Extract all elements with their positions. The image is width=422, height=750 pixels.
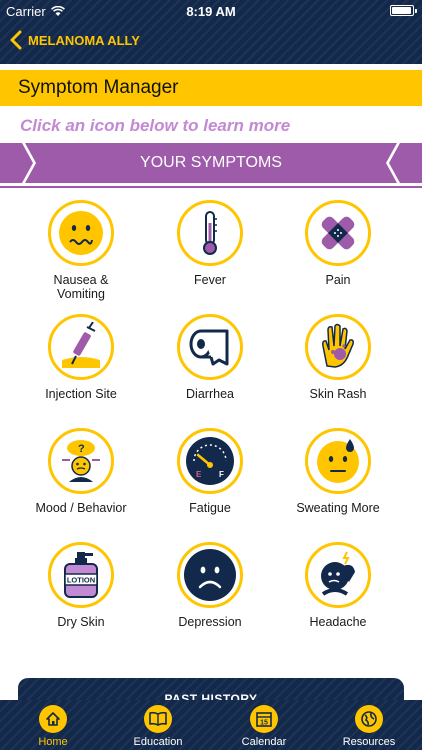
status-bar: Carrier 8:19 AM <box>0 0 422 22</box>
tab-home[interactable]: Home <box>3 700 103 750</box>
symptom-label: Dry Skin <box>57 615 105 629</box>
symptom-headache[interactable]: Headache <box>273 542 403 629</box>
symptom-injection-site[interactable]: Injection Site <box>16 314 146 401</box>
symptom-nausea[interactable]: Nausea & Vomiting <box>16 200 146 301</box>
symptom-dry-skin[interactable]: LOTION Dry Skin <box>16 542 146 629</box>
banner-right-chevron <box>386 143 422 183</box>
tab-resources[interactable]: Resources <box>319 700 419 750</box>
home-icon <box>46 712 60 726</box>
book-icon <box>149 711 167 726</box>
svg-text:?: ? <box>78 443 85 455</box>
tab-bar: Home Education 15 Calendar Resources <box>0 700 422 750</box>
tab-label: Home <box>38 736 68 748</box>
toilet-paper-icon <box>189 329 229 366</box>
calendar-icon: 15 <box>256 712 272 727</box>
symptom-label: Mood / Behavior <box>35 501 127 515</box>
symptom-label: Diarrhea <box>186 387 234 401</box>
symptom-skin-rash[interactable]: Skin Rash <box>273 314 403 401</box>
globe-icon <box>361 711 377 727</box>
tab-label: Calendar <box>241 736 287 748</box>
rash-hand-icon <box>322 323 354 368</box>
battery-icon <box>390 5 417 16</box>
symptom-diarrhea[interactable]: Diarrhea <box>145 314 275 401</box>
thermometer-icon <box>203 211 217 255</box>
symptom-label: Nausea & Vomiting <box>53 273 109 301</box>
symptom-depression[interactable]: Depression <box>145 542 275 629</box>
symptom-label: Fever <box>194 273 226 287</box>
lotion-text: LOTION <box>67 576 95 585</box>
banner-left-chevron <box>0 143 36 183</box>
banner-divider <box>0 186 422 188</box>
tab-label: Education <box>133 736 183 748</box>
symptom-label: Skin Rash <box>309 387 367 401</box>
bandage-icon <box>321 216 355 250</box>
symptom-label: Injection Site <box>45 387 117 401</box>
title-bar: Symptom Manager <box>0 70 422 106</box>
calendar-day: 15 <box>260 720 268 727</box>
instruction-text: Click an icon below to learn more <box>20 116 291 135</box>
fuel-empty-label: E <box>196 470 202 479</box>
page-title: Symptom Manager <box>18 77 179 98</box>
tab-calendar[interactable]: 15 Calendar <box>214 700 314 750</box>
headache-icon <box>321 551 355 596</box>
sweating-face-icon <box>317 439 359 483</box>
sad-face-icon <box>184 549 236 601</box>
syringe-icon <box>62 322 100 368</box>
symptom-label: Headache <box>309 615 367 629</box>
chevron-left-icon <box>10 30 22 50</box>
symptom-pain[interactable]: Pain <box>273 200 403 287</box>
symptom-label: Pain <box>325 273 351 287</box>
symptoms-banner: YOUR SYMPTOMS <box>0 143 422 183</box>
lotion-bottle-icon: LOTION <box>64 552 98 598</box>
fuel-gauge-icon: E F <box>186 437 234 485</box>
back-button[interactable]: MELANOMA ALLY <box>10 30 140 50</box>
symptom-mood-behavior[interactable]: ? Mood / Behavior <box>16 428 146 515</box>
back-label: MELANOMA ALLY <box>28 32 140 48</box>
symptom-fatigue[interactable]: E F Fatigue <box>145 428 275 515</box>
banner-title: YOUR SYMPTOMS <box>140 154 282 171</box>
confused-person-icon: ? <box>62 440 100 482</box>
symptom-label: Sweating More <box>296 501 380 515</box>
nausea-face-icon <box>59 211 103 255</box>
clock: 8:19 AM <box>186 4 236 19</box>
symptom-sweating-more[interactable]: Sweating More <box>273 428 403 515</box>
fuel-full-label: F <box>219 470 224 479</box>
top-bar: Carrier 8:19 AM MELANOMA ALLY <box>0 0 422 64</box>
symptom-label: Fatigue <box>189 501 231 515</box>
tab-label: Resources <box>342 736 396 748</box>
symptom-label: Depression <box>178 615 242 629</box>
symptom-fever[interactable]: Fever <box>145 200 275 287</box>
tab-education[interactable]: Education <box>108 700 208 750</box>
